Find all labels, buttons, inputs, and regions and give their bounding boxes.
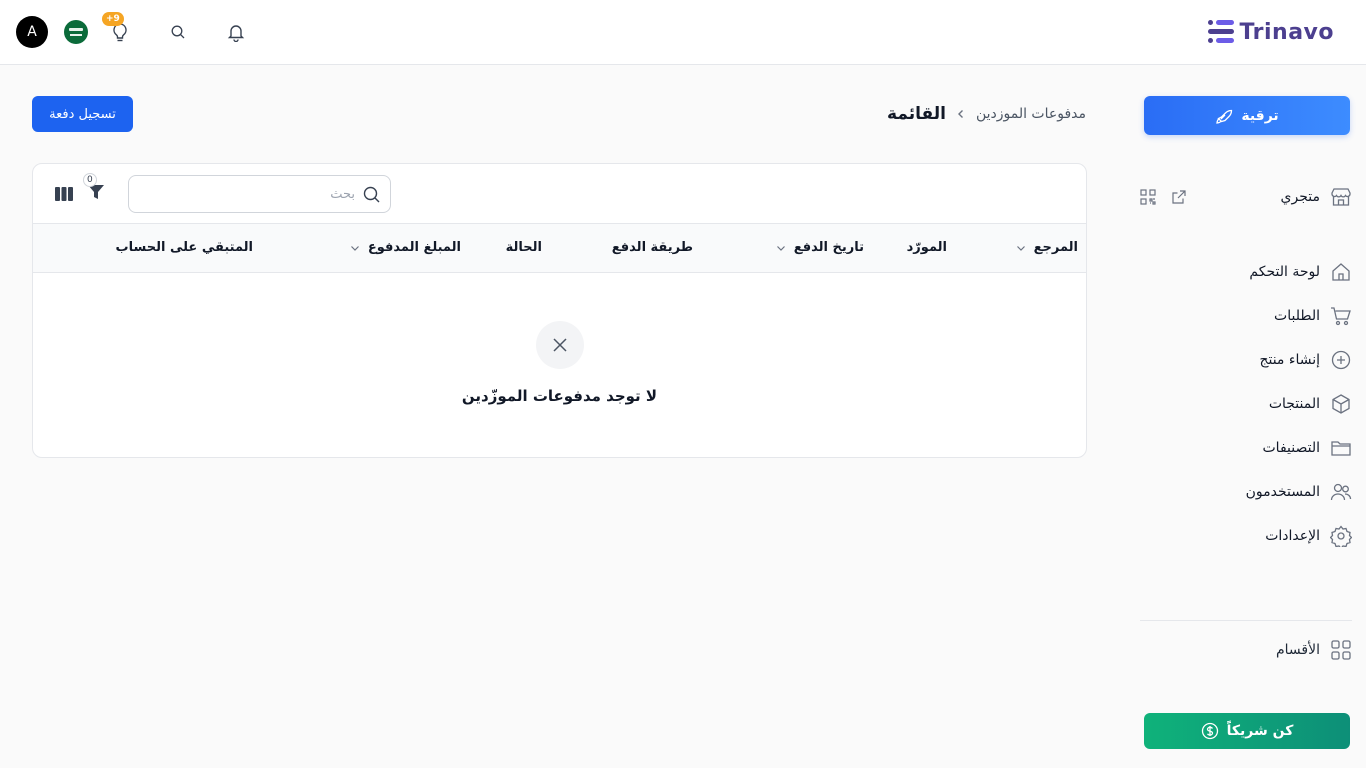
store-label: متجري bbox=[1280, 189, 1320, 205]
search-box bbox=[128, 175, 391, 213]
breadcrumb: مدفوعات الموزدين القائمة bbox=[887, 100, 1086, 128]
sidebar-nav: لوحة التحكم الطلبات إنشاء منتج المنتجات … bbox=[1140, 250, 1352, 558]
sidebar-item-label: لوحة التحكم bbox=[1249, 264, 1320, 280]
avatar[interactable]: A bbox=[16, 16, 48, 48]
rocket-icon bbox=[1216, 109, 1233, 124]
logo[interactable]: Trinavo bbox=[1207, 16, 1334, 48]
sidebar-item-products[interactable]: المنتجات bbox=[1140, 382, 1352, 426]
chevron-left-icon bbox=[957, 110, 963, 118]
sidebar-item-label: الأقسام bbox=[1276, 642, 1320, 658]
column-label: تاريخ الدفع bbox=[793, 240, 864, 255]
column-header-payment-method: طريقة الدفع bbox=[612, 240, 693, 255]
top-bar: Trinavo A +9 bbox=[0, 0, 1366, 65]
dollar-circle-icon bbox=[1201, 722, 1218, 740]
columns-icon[interactable] bbox=[55, 186, 73, 202]
column-label: المتبقي على الحساب bbox=[115, 240, 253, 255]
sidebar-item-label: المستخدمون bbox=[1245, 484, 1320, 500]
filter-count-badge: 0 bbox=[83, 173, 97, 187]
table-toolbar: 0 bbox=[33, 164, 1086, 224]
gear-icon bbox=[1330, 525, 1352, 547]
column-header-amount-paid[interactable]: المبلغ المدفوع bbox=[350, 240, 461, 255]
sidebar-item-label: الطلبات bbox=[1274, 308, 1320, 324]
register-payment-button[interactable]: تسجيل دفعة bbox=[32, 96, 133, 132]
users-icon bbox=[1330, 483, 1352, 501]
store-row[interactable]: متجري bbox=[1140, 182, 1352, 212]
sidebar-item-users[interactable]: المستخدمون bbox=[1140, 470, 1352, 514]
column-label: المبلغ المدفوع bbox=[367, 240, 461, 255]
column-header-remaining-balance: المتبقي على الحساب bbox=[116, 240, 253, 255]
tips-button[interactable]: +9 bbox=[102, 12, 134, 46]
box-icon bbox=[1332, 394, 1350, 414]
chevron-down-icon bbox=[350, 245, 359, 251]
tips-badge: +9 bbox=[102, 12, 124, 26]
column-header-payment-date[interactable]: تاريخ الدفع bbox=[776, 240, 864, 255]
grid-icon bbox=[1331, 640, 1351, 660]
avatar-initial: A bbox=[27, 24, 37, 40]
bell-icon bbox=[227, 25, 245, 42]
sidebar-item-orders[interactable]: الطلبات bbox=[1140, 294, 1352, 338]
filter-button[interactable]: 0 bbox=[83, 173, 105, 205]
sidebar-item-dashboard[interactable]: لوحة التحكم bbox=[1140, 250, 1352, 294]
breadcrumb-parent-link[interactable]: مدفوعات الموزدين bbox=[976, 106, 1086, 122]
cart-icon bbox=[1331, 307, 1351, 326]
column-label: المورّد bbox=[906, 240, 947, 255]
column-header-status: الحالة bbox=[506, 240, 542, 255]
language-flag-icon[interactable] bbox=[64, 20, 88, 44]
sidebar: ترقية متجري لوحة التحكم الطلبات إنشاء من… bbox=[1126, 65, 1366, 768]
column-label: الحالة bbox=[505, 240, 542, 255]
sidebar-item-label: الإعدادات bbox=[1265, 528, 1320, 544]
search-icon bbox=[171, 25, 185, 39]
search-icon bbox=[363, 186, 380, 202]
column-header-reference[interactable]: المرجع bbox=[1016, 240, 1078, 255]
search-input[interactable] bbox=[129, 186, 355, 202]
qr-code-icon[interactable] bbox=[1140, 189, 1156, 205]
home-icon bbox=[1332, 263, 1350, 281]
empty-state: لا توجد مدفوعات الموزّدين bbox=[33, 321, 1086, 405]
table-tools: 0 bbox=[55, 173, 105, 205]
sidebar-item-label: التصنيفات bbox=[1262, 440, 1321, 456]
chevron-down-icon bbox=[1016, 245, 1025, 251]
become-partner-button[interactable]: كن شريكاً bbox=[1144, 713, 1350, 749]
sidebar-item-create-product[interactable]: إنشاء منتج bbox=[1140, 338, 1352, 382]
external-link-icon[interactable] bbox=[1172, 190, 1186, 204]
partner-label: كن شريكاً bbox=[1226, 723, 1294, 739]
column-header-supplier: المورّد bbox=[907, 240, 947, 255]
sidebar-divider bbox=[1140, 620, 1352, 621]
top-actions: A +9 bbox=[16, 12, 250, 48]
close-icon bbox=[552, 338, 567, 352]
page-title: القائمة bbox=[887, 104, 946, 124]
sidebar-item-settings[interactable]: الإعدادات bbox=[1140, 514, 1352, 558]
payments-table-card: 0 المرجع المورّد تاريخ الدفع طريقة الدفع… bbox=[32, 163, 1087, 458]
store-icon bbox=[1331, 188, 1351, 206]
table-header: المرجع المورّد تاريخ الدفع طريقة الدفع ا… bbox=[33, 224, 1086, 273]
logo-text: Trinavo bbox=[1239, 19, 1334, 45]
empty-state-icon-wrap bbox=[535, 321, 584, 369]
column-label: المرجع bbox=[1033, 240, 1078, 255]
sidebar-item-label: المنتجات bbox=[1268, 396, 1320, 412]
logo-icon bbox=[1207, 20, 1234, 43]
upgrade-label: ترقية bbox=[1241, 107, 1279, 124]
sidebar-item-label: إنشاء منتج bbox=[1259, 352, 1320, 368]
notifications-button[interactable] bbox=[222, 18, 250, 46]
plus-circle-icon bbox=[1331, 350, 1351, 370]
empty-state-message: لا توجد مدفوعات الموزّدين bbox=[461, 387, 658, 405]
global-search-button[interactable] bbox=[164, 18, 192, 46]
sidebar-item-categories[interactable]: التصنيفات bbox=[1140, 426, 1352, 470]
sidebar-item-sections[interactable]: الأقسام bbox=[1140, 628, 1352, 672]
store-tools bbox=[1140, 189, 1186, 205]
chevron-down-icon bbox=[776, 245, 785, 251]
column-label: طريقة الدفع bbox=[611, 240, 693, 255]
folder-icon bbox=[1331, 441, 1351, 456]
upgrade-button[interactable]: ترقية bbox=[1144, 96, 1350, 135]
